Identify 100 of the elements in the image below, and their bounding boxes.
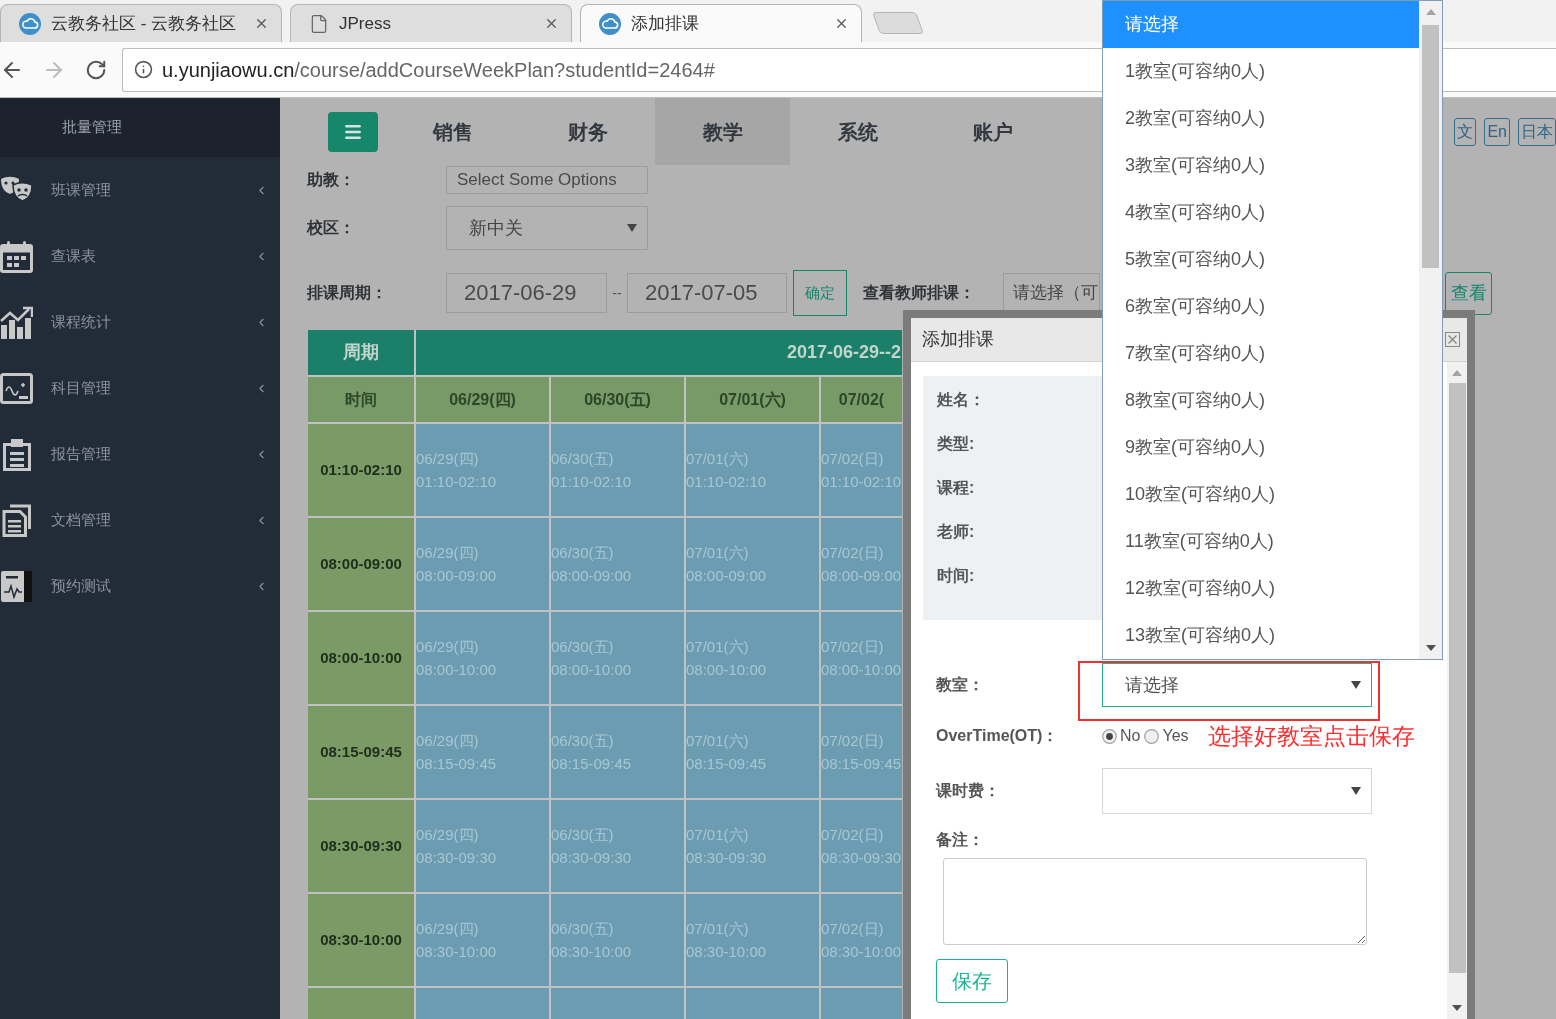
reload-icon[interactable] (85, 58, 107, 81)
modal-title: 添加排课 (922, 328, 994, 351)
dropdown-option[interactable]: 7教室(可容纳0人) (1103, 330, 1419, 377)
scrollbar[interactable] (1419, 1, 1442, 659)
browser-tab[interactable]: JPress (290, 4, 572, 42)
time-cell: 01:10-02:10 (308, 424, 414, 516)
dropdown-option[interactable]: 2教室(可容纳0人) (1103, 95, 1419, 142)
sidebar-item[interactable]: 查课表 (0, 223, 280, 289)
fee-select[interactable] (1102, 768, 1372, 814)
caret-down-icon (1351, 787, 1361, 795)
scrollbar[interactable] (1447, 362, 1467, 1019)
field-label: 备注： (936, 830, 984, 850)
field-label: 老师: (937, 522, 975, 542)
sidebar-item[interactable]: 报告管理 (0, 421, 280, 487)
dropdown-option[interactable]: 6教室(可容纳0人) (1103, 283, 1419, 330)
language-button[interactable]: 日本 (1518, 117, 1556, 146)
dropdown-option[interactable]: 5教室(可容纳0人) (1103, 236, 1419, 283)
chalkboard-icon (0, 372, 33, 404)
cloud-icon (19, 12, 41, 35)
scroll-down-icon[interactable] (1452, 1005, 1462, 1011)
radio-icon[interactable] (1144, 728, 1160, 744)
dropdown-option[interactable]: 3教室(可容纳0人) (1103, 142, 1419, 189)
sidebar-item[interactable]: 预约测试 (0, 553, 280, 619)
field-label: 课程: (937, 478, 975, 498)
scroll-down-icon[interactable] (1425, 645, 1436, 651)
date-separator: -- (611, 283, 623, 303)
dropdown-option[interactable]: 13教室(可容纳0人) (1103, 612, 1419, 659)
classroom-select[interactable]: 请选择 (1102, 663, 1372, 707)
save-button[interactable]: 保存 (936, 959, 1008, 1003)
calendar-icon (0, 239, 33, 273)
page-icon (309, 13, 329, 34)
language-button[interactable]: 文 (1454, 117, 1477, 146)
caret-down-icon (627, 224, 637, 232)
end-date-field[interactable]: 2017-07-05 (627, 273, 787, 313)
dropdown-option[interactable]: 4教室(可容纳0人) (1103, 189, 1419, 236)
clipboard-icon (1, 437, 32, 471)
field-label: 教室： (936, 675, 985, 695)
field-label: 校区： (307, 218, 356, 238)
field-label: 时间: (937, 566, 975, 586)
browser-tab[interactable]: 添加排课 (580, 4, 862, 42)
scrollbar-thumb[interactable] (1448, 383, 1466, 973)
field-label: 查看教师排课： (863, 283, 976, 303)
nav-tab[interactable]: 销售 (385, 98, 520, 165)
dropdown-option[interactable]: 请选择 (1103, 1, 1419, 48)
field-label: 姓名： (937, 390, 985, 410)
annotation-text: 选择好教室点击保存 (1207, 722, 1415, 750)
sidebar-header[interactable]: 批量管理 (62, 116, 122, 139)
time-cell: 08:15-09:45 (308, 706, 414, 798)
language-button[interactable]: En (1484, 117, 1510, 146)
time-cell: 08:30-09:30 (308, 800, 414, 892)
field-label: 课时费： (936, 781, 1001, 801)
dropdown-option[interactable]: 8教室(可容纳0人) (1103, 377, 1419, 424)
radio-icon[interactable] (1102, 728, 1117, 744)
table-header-cell: 周期 (308, 330, 414, 375)
note-field[interactable] (943, 858, 1367, 945)
nav-tab[interactable]: 系统 (790, 98, 925, 165)
sidebar-item[interactable]: 课程统计 (0, 289, 280, 355)
document-icon (1, 503, 32, 537)
sidebar-item[interactable]: 班课管理 (0, 157, 280, 223)
sidebar-item[interactable]: 科目管理 (0, 355, 280, 421)
menu-button[interactable] (328, 111, 378, 152)
start-date-field[interactable]: 2017-06-29 (446, 273, 607, 313)
table-header-cell: 07/01(六) (686, 377, 819, 422)
campus-select[interactable]: 新中关 (446, 206, 648, 250)
browser-tab[interactable]: 云教务社区 - 云教务社区 (0, 4, 282, 42)
field-label: 助教： (307, 170, 356, 190)
table-header-cell: 06/30(五) (551, 377, 684, 422)
time-cell: 08:00-09:00 (308, 518, 414, 610)
close-icon[interactable] (834, 16, 849, 31)
close-icon[interactable] (544, 16, 559, 31)
field-label: 排课周期： (307, 283, 388, 303)
new-tab-button[interactable] (872, 12, 924, 34)
nav-tab[interactable]: 教学 (655, 98, 790, 165)
dropdown-option[interactable]: 10教室(可容纳0人) (1103, 471, 1419, 518)
dropdown-option[interactable]: 12教室(可容纳0人) (1103, 565, 1419, 612)
close-icon[interactable] (254, 16, 269, 31)
bar-chart-icon (0, 305, 33, 339)
table-header-cell: 06/29(四) (416, 377, 549, 422)
scroll-up-icon[interactable] (1425, 9, 1436, 15)
radio-option[interactable]: No (1102, 724, 1141, 748)
dropdown-option[interactable]: 9教室(可容纳0人) (1103, 424, 1419, 471)
dropdown-option[interactable]: 11教室(可容纳0人) (1103, 518, 1419, 565)
table-header-cell: 2017-06-29--2 (416, 330, 902, 375)
nav-tab[interactable]: 账户 (925, 98, 1060, 165)
scrollbar-thumb[interactable] (1422, 25, 1439, 268)
table-header-cell: 时间 (308, 377, 414, 422)
scroll-up-icon[interactable] (1452, 370, 1462, 376)
radio-option[interactable]: Yes (1144, 724, 1189, 748)
time-cell: 08:30-10:00 (308, 894, 414, 986)
time-cell: 08:00-10:00 (308, 612, 414, 704)
nav-tab[interactable]: 财务 (520, 98, 655, 165)
assistant-field[interactable]: Select Some Options (446, 166, 648, 194)
table-header-cell: 07/02( (821, 377, 902, 422)
cloud-icon (599, 12, 621, 35)
info-icon[interactable] (134, 60, 153, 79)
field-label: 类型: (937, 434, 975, 454)
sidebar-item[interactable]: 文档管理 (0, 487, 280, 553)
dropdown-option[interactable]: 1教室(可容纳0人) (1103, 48, 1419, 95)
caret-down-icon (1351, 681, 1361, 689)
field-label: OverTime(OT)： (936, 726, 1060, 746)
